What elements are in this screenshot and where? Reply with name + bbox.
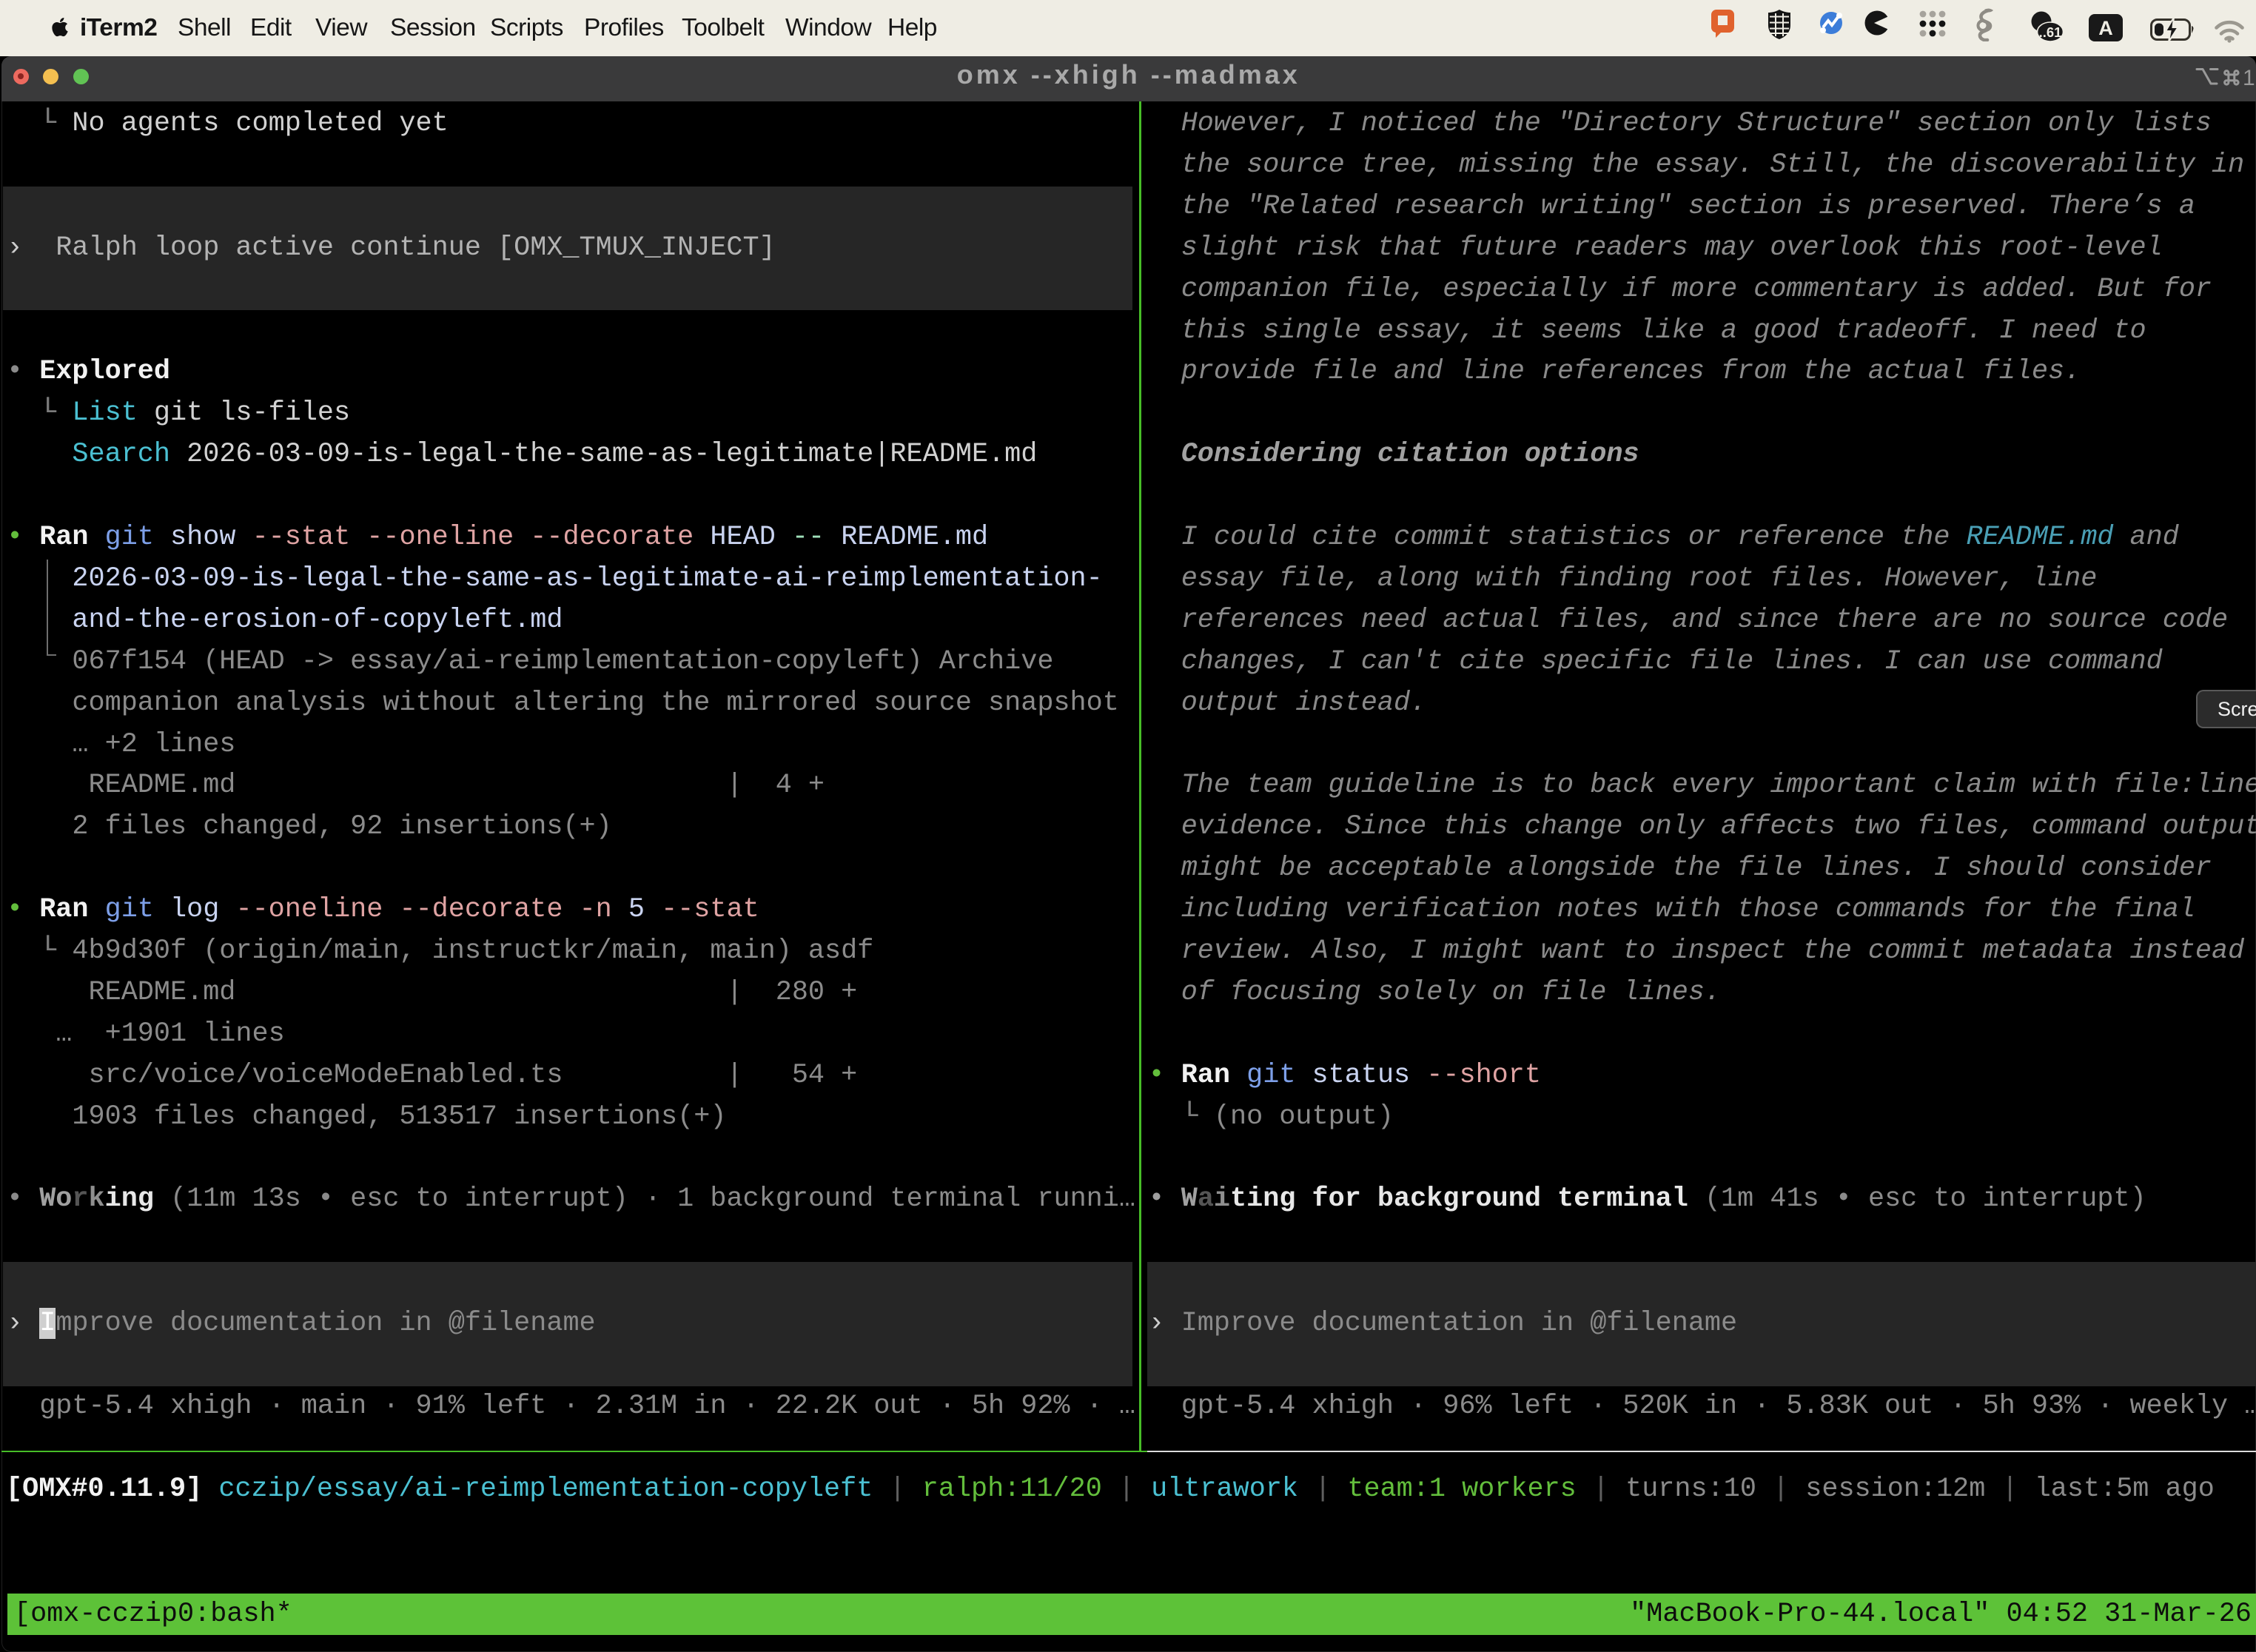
svg-text:A: A: [2098, 17, 2113, 39]
svg-text:..61: ..61: [2039, 24, 2062, 40]
svg-text:1: 1: [2243, 66, 2255, 90]
